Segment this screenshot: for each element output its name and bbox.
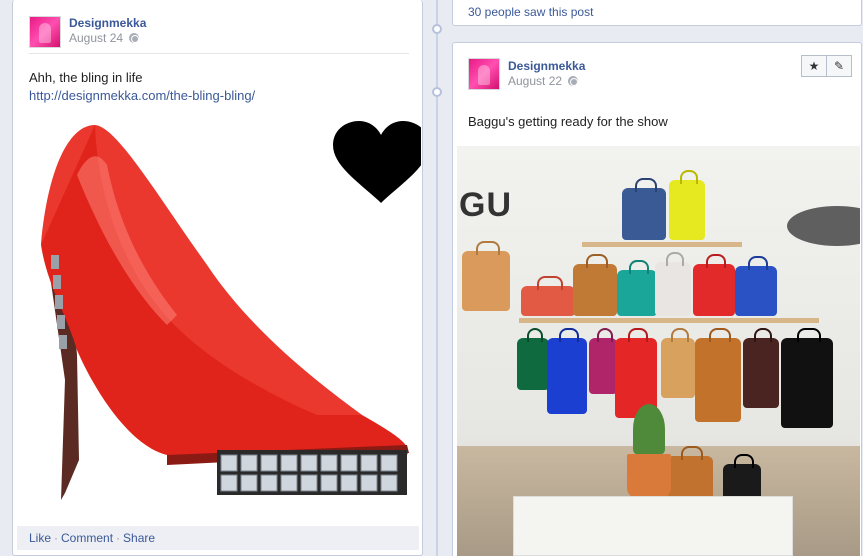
post-message: Baggu's getting ready for the show [468,114,668,129]
star-button[interactable]: ★ [801,55,827,77]
bag [462,241,510,311]
star-icon: ★ [808,59,820,73]
bag [735,256,777,316]
post-message: Ahh, the bling in life [29,70,143,85]
separator: · [54,531,59,545]
shoe-image [41,121,421,500]
post-date[interactable]: August 22 [508,74,579,88]
post-author[interactable]: Designmekka [508,59,585,73]
globe-icon [129,33,140,43]
timeline-marker [432,87,442,97]
separator: · [116,531,121,545]
timeline-marker [432,24,442,34]
bag [669,170,705,240]
post-card-right: Designmekka August 22 ★ ✎ Baggu's gettin… [452,42,862,556]
globe-icon [568,76,579,86]
post-date[interactable]: August 24 [69,31,140,45]
post-date-text[interactable]: August 24 [69,31,123,45]
edit-button[interactable]: ✎ [826,55,852,77]
plant-pot [627,454,671,498]
bag [743,328,779,408]
pencil-icon: ✎ [833,59,845,73]
bag [695,328,741,422]
comment-link[interactable]: Comment [61,531,113,545]
bag [547,328,587,414]
avatar[interactable] [29,16,61,48]
like-link[interactable]: Like [29,531,51,545]
bag [693,254,735,316]
shelf [582,242,742,247]
store-sign: GU [459,186,512,224]
bag [655,252,691,316]
post-author[interactable]: Designmekka [69,16,146,30]
post-text: Ahh, the bling in life http://designmekk… [29,69,255,105]
post-card-prev: 30 people saw this post [452,0,862,26]
bag [589,328,617,394]
post-actions: Like · Comment · Share [17,526,419,550]
header-divider [29,53,409,54]
bag [617,260,657,316]
post-card-left: Designmekka August 24 Ahh, the bling in … [12,0,423,556]
bag [521,276,575,316]
shelf [519,318,819,323]
post-photo[interactable]: GU [457,146,860,556]
timeline-spine [436,0,438,556]
post-date-text[interactable]: August 22 [508,74,562,88]
heart-icon [333,121,421,203]
post-photo[interactable] [17,115,421,518]
bag [622,178,666,240]
seen-count[interactable]: 30 people saw this post [468,5,593,19]
display-counter [513,496,793,556]
surfboard [787,206,860,246]
bag [781,328,833,428]
share-link[interactable]: Share [123,531,155,545]
bag [661,328,695,398]
bag [517,328,549,390]
post-link[interactable]: http://designmekka.com/the-bling-bling/ [29,88,255,103]
avatar[interactable] [468,58,500,90]
plant-leaves [633,404,665,454]
bag [573,254,617,316]
